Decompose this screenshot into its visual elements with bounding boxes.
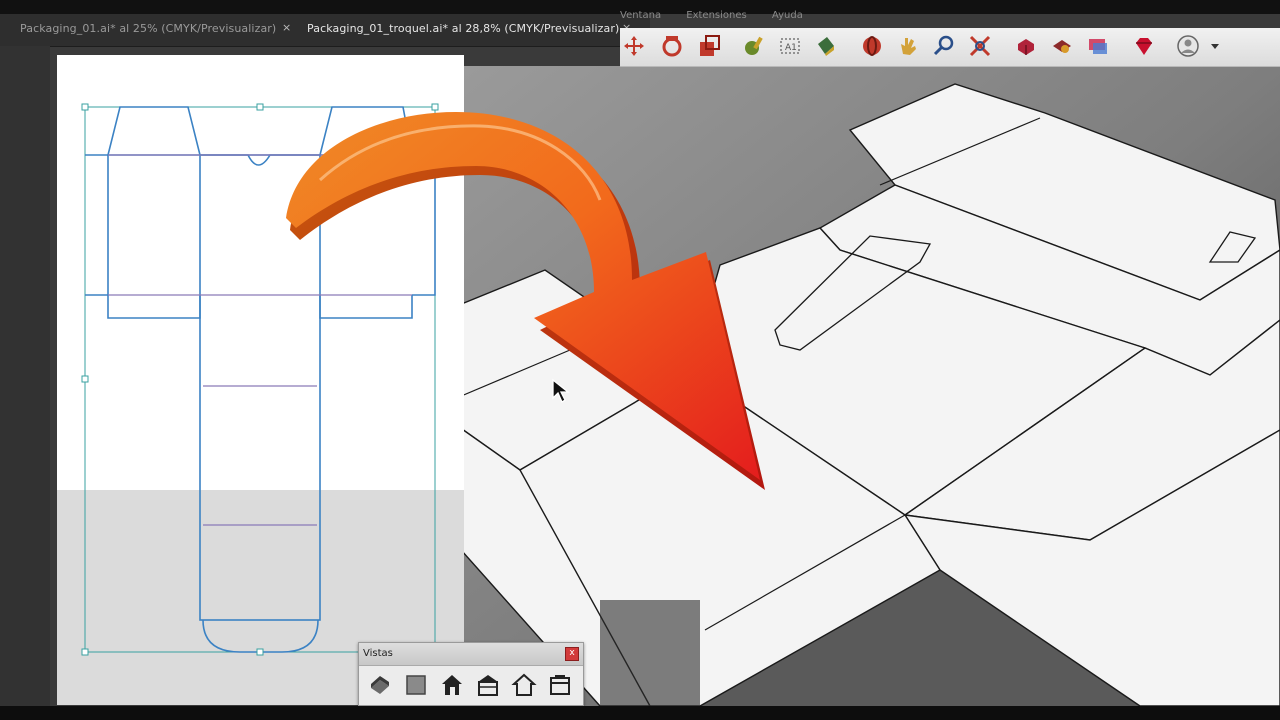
tape-measure-icon[interactable] bbox=[742, 34, 766, 58]
dieline-overlay bbox=[57, 103, 765, 705]
vistas-panel: Vistas x bbox=[358, 642, 584, 706]
sketchup-toolbar: A1 bbox=[620, 28, 1280, 67]
transform-arrow-graphic bbox=[286, 112, 765, 490]
close-icon[interactable]: x bbox=[565, 647, 579, 661]
chevron-down-icon[interactable] bbox=[1208, 34, 1222, 58]
vistas-title: Vistas bbox=[363, 648, 393, 659]
user-account-icon[interactable] bbox=[1176, 34, 1200, 58]
material-icon[interactable] bbox=[1050, 34, 1074, 58]
rotate-icon[interactable] bbox=[660, 34, 684, 58]
orbit-icon[interactable] bbox=[860, 34, 884, 58]
zoom-extents-icon[interactable] bbox=[968, 34, 992, 58]
left-view-icon[interactable] bbox=[547, 672, 573, 698]
svg-text:A1: A1 bbox=[785, 43, 797, 53]
mouse-cursor-icon bbox=[552, 378, 570, 403]
iso-view-icon[interactable] bbox=[367, 672, 393, 698]
back-view-icon[interactable] bbox=[511, 672, 537, 698]
layer-icon[interactable] bbox=[1086, 34, 1110, 58]
text-icon[interactable]: A1 bbox=[778, 34, 802, 58]
zoom-icon[interactable] bbox=[932, 34, 956, 58]
front-view-icon[interactable] bbox=[439, 672, 465, 698]
move-icon[interactable] bbox=[622, 34, 646, 58]
component-icon[interactable] bbox=[1014, 34, 1038, 58]
paint-bucket-icon[interactable] bbox=[813, 34, 837, 58]
crease-lines bbox=[108, 154, 412, 526]
right-view-icon[interactable] bbox=[475, 672, 501, 698]
top-view-icon[interactable] bbox=[403, 672, 429, 698]
ruby-icon[interactable] bbox=[1132, 34, 1156, 58]
window-bottom-strip bbox=[0, 706, 1280, 720]
scale-icon[interactable] bbox=[697, 34, 721, 58]
vistas-title-bar[interactable]: Vistas x bbox=[359, 643, 583, 666]
pan-icon[interactable] bbox=[896, 34, 920, 58]
